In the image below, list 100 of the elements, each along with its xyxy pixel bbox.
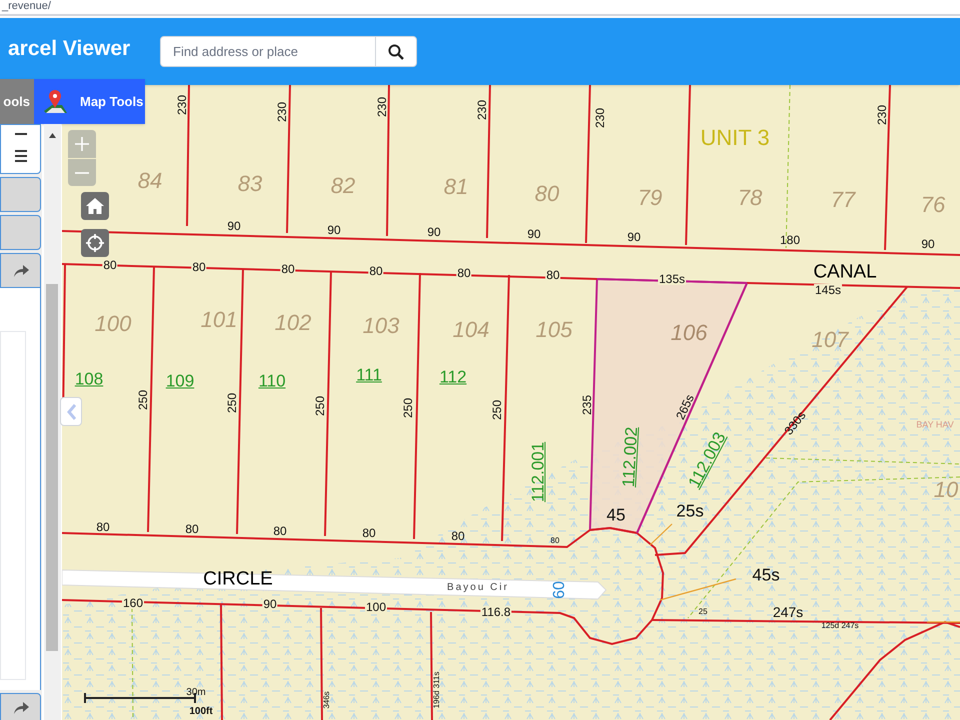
road-width-label: 60 bbox=[552, 581, 568, 599]
search-button[interactable] bbox=[375, 36, 417, 67]
lot-number: 77 bbox=[830, 189, 856, 211]
dimension-label: 80 bbox=[273, 525, 287, 537]
parcel-id: 112.001 bbox=[530, 442, 546, 502]
dimension-label: 250 bbox=[314, 396, 326, 416]
lot-number: 79 bbox=[638, 187, 662, 209]
dimension-label: 80 bbox=[545, 269, 561, 281]
app-title: arcel Viewer bbox=[8, 36, 130, 62]
parcel-id: 108 bbox=[74, 370, 104, 388]
lot-number: 104 bbox=[452, 319, 490, 341]
map-pin-icon bbox=[42, 88, 68, 114]
dimension-label: 250 bbox=[137, 390, 149, 410]
parcel-id: 112 bbox=[439, 368, 467, 386]
parcel-id: 110 bbox=[258, 372, 286, 390]
dimension-label: 100 bbox=[364, 601, 388, 613]
minus-icon bbox=[75, 172, 89, 174]
locate-button[interactable] bbox=[81, 229, 109, 257]
dimension-label: 265s bbox=[674, 392, 696, 422]
chevron-left-icon bbox=[66, 404, 76, 420]
dimension-label: 160 bbox=[122, 597, 144, 609]
share-button[interactable] bbox=[0, 253, 41, 288]
dimension-label: 116.8 bbox=[480, 606, 512, 618]
dimension-label: 90 bbox=[627, 231, 641, 243]
dimension-label: 230 bbox=[276, 102, 288, 122]
dimension-label: 90 bbox=[527, 228, 541, 240]
home-icon bbox=[86, 198, 104, 214]
dimension-label: 80 bbox=[451, 530, 465, 542]
dimension-label: 247s bbox=[772, 605, 804, 619]
toolbar-tab[interactable]: Map Tools bbox=[34, 79, 145, 124]
dimension-label: 80 bbox=[185, 523, 199, 535]
lot-number: 101 bbox=[200, 309, 238, 331]
dimension-label: 230 bbox=[876, 104, 888, 126]
dimension-label: 80 bbox=[191, 261, 207, 273]
lot-number: 107 bbox=[812, 329, 848, 351]
dimension-label: 250 bbox=[491, 400, 503, 420]
dimension-label: 80 bbox=[280, 263, 296, 275]
lot-number: 84 bbox=[138, 170, 162, 192]
parcel-id: 111 bbox=[356, 366, 382, 384]
scrollbar-thumb[interactable] bbox=[46, 284, 58, 651]
dimension-label: 90 bbox=[921, 238, 935, 250]
dimension-label: 230 bbox=[476, 100, 488, 120]
leader-line bbox=[650, 524, 672, 546]
share-button[interactable] bbox=[0, 693, 41, 720]
dimension-label: 45 bbox=[606, 506, 626, 524]
dimension-label: 80 bbox=[102, 259, 118, 271]
parcel-id: 112.002 bbox=[620, 426, 640, 488]
lot-number: 105 bbox=[536, 319, 572, 341]
subdivision-label: BAY HAV bbox=[916, 420, 954, 430]
dimension-label: 90 bbox=[427, 226, 441, 238]
dimension-label: 25s bbox=[676, 502, 704, 520]
menu-button[interactable] bbox=[0, 124, 41, 174]
lot-number: 10 bbox=[934, 479, 958, 501]
dimension-label: 250 bbox=[226, 392, 238, 414]
street-label: CIRCLE bbox=[203, 570, 273, 588]
dimension-label: 80 bbox=[368, 265, 384, 277]
dimension-label: 90 bbox=[262, 598, 278, 610]
scale-label: 30m bbox=[186, 688, 206, 698]
dimension-label: 230 bbox=[176, 94, 188, 116]
dimension-label: 90 bbox=[327, 224, 341, 236]
dimension-label: 230 bbox=[594, 108, 606, 128]
scroll-up-icon[interactable] bbox=[49, 133, 56, 138]
toolbar-tab[interactable]: ools bbox=[0, 79, 34, 124]
search-field[interactable]: Find address or place bbox=[160, 36, 376, 67]
lot-number: 80 bbox=[534, 183, 560, 205]
share-arrow-icon bbox=[12, 702, 28, 714]
dimension-label: 80 bbox=[96, 521, 110, 533]
dimension-label: 80 bbox=[550, 537, 560, 545]
url-text: _revenue/ bbox=[2, 1, 51, 12]
lot-number: 82 bbox=[330, 175, 356, 197]
street-label: Bayou Cir bbox=[447, 583, 509, 593]
dimension-label: 90 bbox=[227, 220, 241, 232]
dimension-label: 145s bbox=[814, 284, 842, 296]
dimension-label: 250 bbox=[402, 398, 414, 418]
plus-icon bbox=[75, 137, 89, 151]
locate-icon bbox=[86, 234, 104, 252]
leader-line bbox=[927, 621, 960, 623]
subdivision-label: UNIT 3 bbox=[700, 127, 770, 149]
lot-number: 102 bbox=[274, 312, 312, 334]
parcel-id: 109 bbox=[166, 372, 194, 390]
dimension-label: 196d 311s bbox=[433, 672, 441, 708]
dimension-label: 230 bbox=[376, 96, 388, 118]
dimension-label: 346s bbox=[323, 691, 331, 709]
home-button[interactable] bbox=[81, 192, 109, 220]
dimension-label: 45s bbox=[752, 566, 780, 584]
dimension-label: 80 bbox=[456, 267, 472, 279]
dimension-label: 135s bbox=[658, 273, 686, 285]
lot-number: 103 bbox=[362, 315, 400, 337]
lot-number: 78 bbox=[738, 187, 762, 209]
lot-number: 106 bbox=[670, 322, 708, 344]
dimension-label: 180 bbox=[780, 234, 800, 246]
lot-number: 76 bbox=[920, 194, 946, 216]
dimension-label: 25 bbox=[698, 608, 708, 616]
lot-number: 100 bbox=[94, 313, 132, 335]
dimension-label: 80 bbox=[362, 527, 376, 539]
search-icon bbox=[388, 44, 404, 60]
dimension-label: 235 bbox=[581, 394, 593, 416]
share-arrow-icon bbox=[12, 264, 28, 276]
lot-number: 83 bbox=[238, 173, 262, 195]
street-label: CANAL bbox=[813, 262, 877, 282]
